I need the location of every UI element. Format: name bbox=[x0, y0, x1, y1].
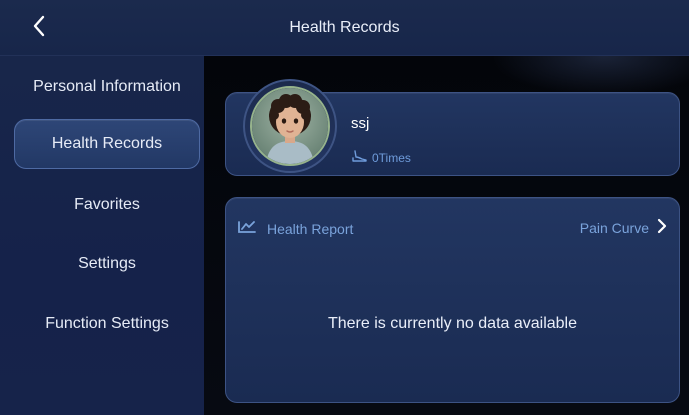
avatar-frame[interactable] bbox=[243, 79, 337, 173]
visit-count: 0Times bbox=[352, 150, 411, 165]
sidebar: Personal Information Health Records Favo… bbox=[0, 56, 204, 415]
back-button[interactable] bbox=[26, 14, 52, 42]
chevron-right-icon bbox=[657, 218, 667, 237]
foot-icon bbox=[352, 150, 368, 165]
health-report-header: Health Report bbox=[238, 220, 353, 237]
app-window: Health Records Personal Information Heal… bbox=[0, 0, 689, 415]
health-report-card: Health Report Pain Curve There is curren… bbox=[225, 197, 680, 403]
sidebar-item-health-records[interactable]: Health Records bbox=[14, 119, 200, 169]
pain-curve-label: Pain Curve bbox=[579, 219, 649, 236]
health-report-title: Health Report bbox=[267, 220, 354, 237]
visit-count-text: 0Times bbox=[372, 150, 411, 165]
avatar bbox=[250, 86, 330, 166]
page-title: Health Records bbox=[289, 19, 400, 36]
empty-state-message: There is currently no data available bbox=[327, 315, 578, 332]
chevron-left-icon bbox=[32, 15, 46, 42]
username: ssj bbox=[351, 115, 370, 132]
line-chart-icon bbox=[238, 220, 256, 237]
header-bar: Health Records bbox=[0, 0, 689, 56]
main-content: Health Report Pain Curve There is curren… bbox=[204, 56, 689, 415]
sidebar-item-settings[interactable]: Settings bbox=[14, 239, 200, 289]
sidebar-item-favorites[interactable]: Favorites bbox=[14, 180, 200, 230]
pain-curve-link[interactable]: Pain Curve bbox=[580, 218, 667, 237]
sidebar-item-personal-information[interactable]: Personal Information bbox=[14, 62, 200, 112]
sidebar-item-function-settings[interactable]: Function Settings bbox=[14, 299, 200, 349]
